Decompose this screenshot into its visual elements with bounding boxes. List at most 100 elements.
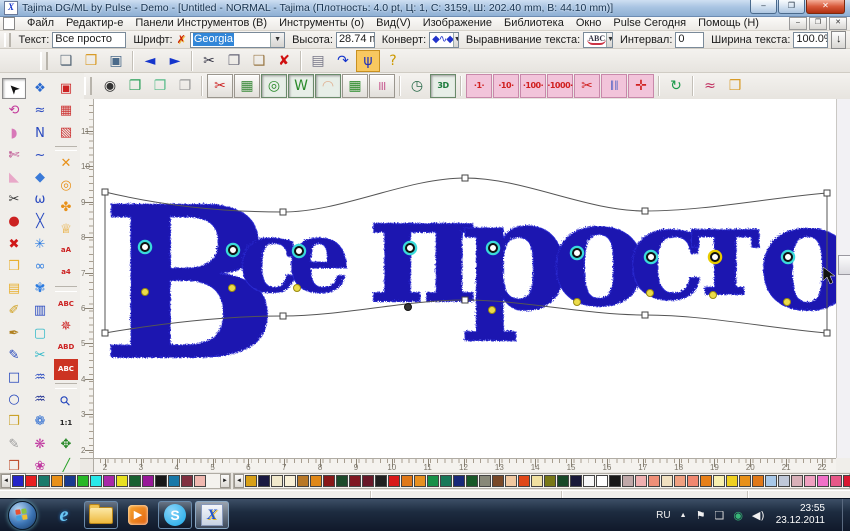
thread-color-swatch[interactable]	[401, 475, 413, 487]
color-swatch[interactable]	[90, 475, 102, 487]
height-input[interactable]: 28.74 mm	[336, 32, 375, 48]
applique-tool[interactable]: ▢	[28, 322, 52, 343]
letter-baseline-marker[interactable]	[294, 285, 301, 292]
thread-color-swatch[interactable]	[726, 475, 738, 487]
action-center-icon[interactable]: ⚑	[696, 509, 706, 522]
menu-item[interactable]: Инструменты (о)	[273, 17, 370, 30]
thread-color-swatch[interactable]	[271, 475, 283, 487]
thread-color-swatch[interactable]	[791, 475, 803, 487]
child-restore-button[interactable]: ❐	[809, 17, 827, 30]
thread-color-swatch[interactable]	[596, 475, 608, 487]
clear-font-icon[interactable]: ✗	[177, 33, 186, 46]
thread-color-swatch[interactable]	[817, 475, 829, 487]
thread-color-swatch[interactable]	[258, 475, 270, 487]
network-status-icon[interactable]: ◉	[733, 509, 743, 522]
design-canvas[interactable]: Всепросто	[94, 99, 836, 458]
minimize-button[interactable]: –	[750, 0, 777, 14]
menu-item[interactable]: Pulse Сегодня	[607, 17, 692, 30]
pencil-tool[interactable]: ✎	[2, 345, 26, 366]
letter-baseline-marker[interactable]	[229, 285, 236, 292]
redo-button[interactable]: ↷	[331, 50, 355, 72]
color-swatch[interactable]	[77, 475, 89, 487]
restore-button[interactable]: ❐	[778, 0, 805, 14]
thread-color-swatch[interactable]	[830, 475, 842, 487]
taskbar-internet-explorer[interactable]: e	[47, 501, 81, 529]
color-swatch[interactable]	[64, 475, 76, 487]
show-stitches-button[interactable]: W	[288, 74, 314, 98]
show-artwork-button[interactable]: ◠	[315, 74, 341, 98]
menu-item[interactable]: Библиотека	[498, 17, 570, 30]
embroidery-letter[interactable]: т	[686, 177, 763, 323]
envelope-handle[interactable]	[462, 297, 468, 303]
back-button[interactable]: ◄	[138, 50, 162, 72]
scrollbar-thumb[interactable]	[838, 255, 850, 275]
letter-baseline-marker[interactable]	[784, 299, 791, 306]
thread-color-swatch[interactable]	[310, 475, 322, 487]
color-swatch[interactable]	[194, 475, 206, 487]
ellipse-tool[interactable]: ○	[2, 389, 26, 410]
menu-item[interactable]: Изображение	[417, 17, 498, 30]
letter-origin-marker[interactable]	[406, 244, 414, 252]
letter-baseline-marker[interactable]	[405, 304, 412, 311]
show-desktop-button[interactable]	[842, 499, 850, 531]
thread-color-swatch[interactable]	[713, 475, 725, 487]
thread-color-swatch[interactable]	[505, 475, 517, 487]
color-swatch[interactable]	[155, 475, 167, 487]
crown-tool[interactable]: ♕	[54, 219, 78, 240]
close-button[interactable]: ✕	[806, 0, 845, 14]
machine-format-button[interactable]: ✂	[207, 74, 233, 98]
cross-large-tool[interactable]: ✕	[54, 153, 78, 174]
color-swatch[interactable]	[181, 475, 193, 487]
letter-baseline-marker[interactable]	[574, 299, 581, 306]
menu-item[interactable]: Редактир-е	[60, 17, 129, 30]
palette-scroll-arrow[interactable]: ◄	[1, 474, 11, 488]
color-swatch[interactable]	[51, 475, 63, 487]
color-swatch[interactable]	[25, 475, 37, 487]
step-100-button[interactable]: ·100·	[520, 74, 546, 98]
new-folder-tool[interactable]: ❒	[2, 411, 26, 432]
open-file-button[interactable]: ❒	[79, 50, 103, 72]
envelope-handle[interactable]	[462, 175, 468, 181]
run-stitch-tool[interactable]: N	[28, 122, 52, 143]
thread-color-swatch[interactable]	[635, 475, 647, 487]
color-swatch[interactable]	[168, 475, 180, 487]
child-minimize-button[interactable]: –	[789, 17, 807, 30]
knife-tool[interactable]: ✄	[2, 145, 26, 166]
text-input[interactable]: Все просто	[52, 32, 126, 48]
letter-origin-marker[interactable]	[489, 244, 497, 252]
thread-color-swatch[interactable]	[804, 475, 816, 487]
figure-tool[interactable]: ❋	[28, 434, 52, 455]
thread-color-swatch[interactable]	[440, 475, 452, 487]
thread-color-swatch[interactable]	[453, 475, 465, 487]
paste-objects-button[interactable]: ❐	[148, 75, 172, 97]
letter-origin-marker[interactable]	[647, 253, 655, 261]
machine-tool[interactable]: ▦	[54, 100, 78, 121]
paisley-tool[interactable]: ✤	[54, 197, 78, 218]
envelope-handle[interactable]	[642, 312, 648, 318]
zigzag-stitch-tool[interactable]: ≈	[28, 100, 52, 121]
letter-origin-marker[interactable]	[141, 243, 149, 251]
shape-select-tool[interactable]: ◗	[2, 122, 26, 143]
paste-button[interactable]: ❑	[247, 50, 271, 72]
thread-color-swatch[interactable]	[479, 475, 491, 487]
envelope-handle[interactable]	[102, 330, 108, 336]
text-arc-tool[interactable]: ABC	[54, 294, 78, 315]
chevron-down-icon[interactable]: ▼	[453, 33, 459, 47]
thread-color-swatch[interactable]	[245, 475, 257, 487]
letter-origin-marker[interactable]	[229, 246, 237, 254]
thread-color-swatch[interactable]	[739, 475, 751, 487]
jump-to-trim-button[interactable]: ✂	[574, 74, 600, 98]
taskbar-tajima[interactable]: X	[195, 501, 229, 529]
start-button[interactable]	[8, 501, 37, 530]
envelope-handle[interactable]	[642, 208, 648, 214]
stitch-points-button[interactable]: ◉	[98, 75, 122, 97]
view-3d-button[interactable]: 3D	[430, 74, 456, 98]
removable-device-icon[interactable]: ❑	[714, 509, 724, 522]
envelope-combobox[interactable]: ◆∿◆ ▼	[429, 32, 459, 48]
text-frame-tool[interactable]: ABC	[54, 359, 78, 380]
select-tool[interactable]: ➤	[2, 78, 26, 99]
thread-color-swatch[interactable]	[518, 475, 530, 487]
toolbar-grip[interactable]	[40, 52, 48, 70]
envelope-handle[interactable]	[280, 313, 286, 319]
letter-origin-marker[interactable]	[711, 253, 719, 261]
